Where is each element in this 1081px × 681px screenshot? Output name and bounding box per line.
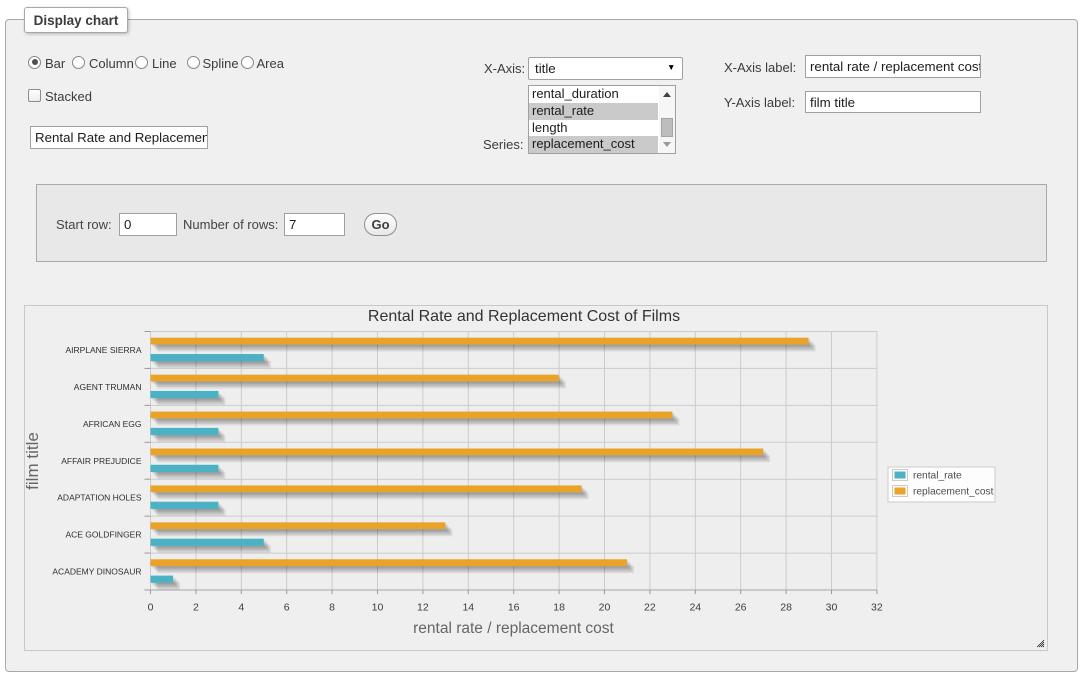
svg-text:16: 16 [508,601,520,613]
svg-text:12: 12 [417,601,429,613]
svg-text:0: 0 [148,601,154,613]
svg-text:14: 14 [462,601,474,613]
svg-text:ACE GOLDFINGER: ACE GOLDFINGER [65,530,141,540]
svg-text:6: 6 [284,601,290,613]
svg-text:8: 8 [329,601,335,613]
svg-text:AIRPLANE SIERRA: AIRPLANE SIERRA [65,345,141,355]
svg-text:AFFAIR PREJUDICE: AFFAIR PREJUDICE [61,456,142,466]
svg-text:AGENT TRUMAN: AGENT TRUMAN [74,382,142,392]
svg-text:20: 20 [599,601,611,613]
svg-text:ADAPTATION HOLES: ADAPTATION HOLES [57,493,142,503]
svg-text:ACADEMY DINOSAUR: ACADEMY DINOSAUR [52,567,141,577]
svg-text:32: 32 [871,601,883,613]
svg-text:22: 22 [644,601,656,613]
svg-text:26: 26 [735,601,747,613]
svg-text:AFRICAN EGG: AFRICAN EGG [83,419,142,429]
svg-text:24: 24 [689,601,701,613]
svg-text:18: 18 [553,601,565,613]
svg-text:Rental Rate and Replacement Co: Rental Rate and Replacement Cost of Film… [368,308,680,325]
svg-text:replacement_cost: replacement_cost [913,487,994,498]
svg-text:rental_rate: rental_rate [913,471,962,482]
svg-text:30: 30 [826,601,838,613]
svg-text:10: 10 [372,601,384,613]
svg-text:28: 28 [780,601,792,613]
svg-text:2: 2 [193,601,199,613]
svg-text:rental rate / replacement cost: rental rate / replacement cost [413,620,614,637]
svg-text:4: 4 [238,601,244,613]
svg-text:film title: film title [25,432,42,490]
